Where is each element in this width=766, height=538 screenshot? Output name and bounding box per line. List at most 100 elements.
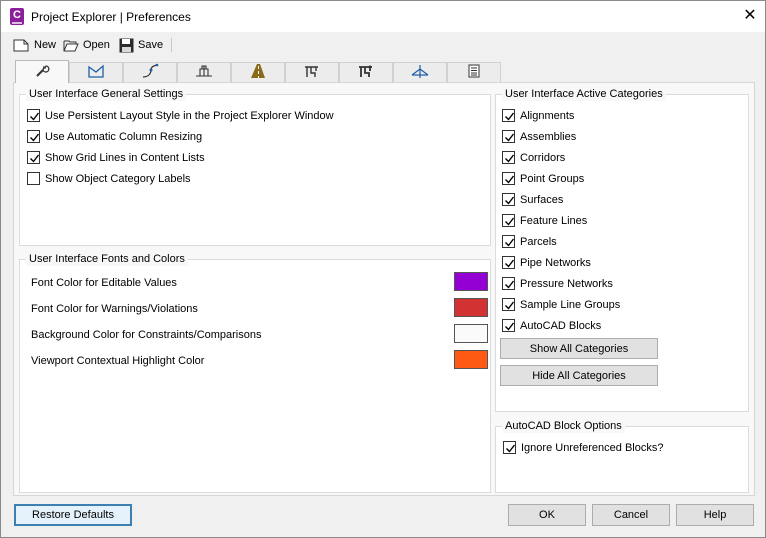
checkbox[interactable] (502, 214, 515, 227)
tab-assemblies[interactable] (177, 62, 231, 82)
checkbox[interactable] (502, 256, 515, 269)
checkbox[interactable] (502, 319, 515, 332)
category-label: Pressure Networks (520, 277, 613, 290)
tab-tables[interactable] (447, 62, 501, 82)
category-surfaces[interactable]: Surfaces (502, 193, 563, 206)
active-categories-title: User Interface Active Categories (502, 88, 666, 101)
restore-defaults-button[interactable]: Restore Defaults (14, 504, 132, 526)
tab-surfaces[interactable] (69, 62, 123, 82)
general-settings-title: User Interface General Settings (26, 88, 187, 101)
toolbar-separator (171, 38, 172, 52)
color-label-warnings: Font Color for Warnings/Violations (31, 303, 198, 315)
category-label: Feature Lines (520, 214, 588, 227)
checkbox[interactable] (27, 109, 40, 122)
title-bar: C Project Explorer | Preferences ✕ (1, 1, 765, 32)
show-all-categories-button[interactable]: Show All Categories (500, 338, 658, 359)
category-sample-line-groups[interactable]: Sample Line Groups (502, 298, 620, 311)
category-label: Alignments (520, 109, 575, 122)
category-assemblies[interactable]: Assemblies (502, 130, 576, 143)
block-options-group: AutoCAD Block Options Ignore Unreference… (495, 420, 749, 493)
save-button[interactable]: Save (119, 36, 163, 54)
cancel-button[interactable]: Cancel (592, 504, 670, 526)
checkbox[interactable] (502, 172, 515, 185)
fonts-colors-title: User Interface Fonts and Colors (26, 253, 188, 266)
pipe-network-icon (303, 63, 321, 82)
checkbox[interactable] (27, 172, 40, 185)
checkbox[interactable] (503, 441, 516, 454)
category-label: Surfaces (520, 193, 564, 206)
ok-button[interactable]: OK (508, 504, 586, 526)
feature-line-icon (411, 63, 429, 82)
checkbox[interactable] (502, 235, 515, 248)
category-pressure-networks[interactable]: Pressure Networks (502, 277, 613, 290)
category-feature-lines[interactable]: Feature Lines (502, 214, 587, 227)
option-auto-column-resize[interactable]: Use Automatic Column Resizing (27, 130, 202, 143)
wrench-icon (34, 63, 50, 82)
category-label: Pipe Networks (520, 256, 591, 269)
option-label: Use Persistent Layout Style in the Proje… (45, 109, 334, 122)
help-button[interactable]: Help (676, 504, 754, 526)
category-corridors[interactable]: Corridors (502, 151, 565, 164)
block-options-title: AutoCAD Block Options (502, 420, 625, 433)
new-file-icon (13, 39, 30, 52)
save-label: Save (138, 39, 164, 51)
tab-alignments[interactable] (123, 62, 177, 82)
option-label: Use Automatic Column Resizing (45, 130, 203, 143)
assembly-icon (195, 63, 213, 82)
color-swatch-editable[interactable] (454, 272, 488, 291)
checkbox[interactable] (502, 130, 515, 143)
option-ignore-unreferenced-blocks[interactable]: Ignore Unreferenced Blocks? (503, 441, 663, 454)
checkbox[interactable] (502, 277, 515, 290)
save-disk-icon (119, 38, 134, 53)
category-parcels[interactable]: Parcels (502, 235, 557, 248)
category-autocad-blocks[interactable]: AutoCAD Blocks (502, 319, 601, 332)
checkbox[interactable] (502, 151, 515, 164)
new-button[interactable]: New (13, 36, 56, 54)
checkbox[interactable] (27, 130, 40, 143)
option-label: Show Object Category Labels (45, 172, 191, 185)
alignment-icon (141, 63, 159, 82)
surface-icon (87, 63, 105, 82)
color-swatch-highlight[interactable] (454, 350, 488, 369)
tab-general[interactable] (15, 60, 69, 83)
category-label: AutoCAD Blocks (520, 319, 602, 332)
checkbox[interactable] (502, 193, 515, 206)
category-label: Assemblies (520, 130, 577, 143)
tab-corridors[interactable] (231, 62, 285, 82)
tab-pressure-networks[interactable] (339, 62, 393, 82)
checkbox[interactable] (502, 109, 515, 122)
preferences-window: C Project Explorer | Preferences ✕ New O… (0, 0, 766, 538)
hide-all-categories-button[interactable]: Hide All Categories (500, 365, 658, 386)
checkbox[interactable] (27, 151, 40, 164)
checkbox[interactable] (502, 298, 515, 311)
category-pipe-networks[interactable]: Pipe Networks (502, 256, 591, 269)
app-icon: C (10, 8, 24, 25)
category-alignments[interactable]: Alignments (502, 109, 574, 122)
open-button[interactable]: Open (63, 36, 110, 54)
window-title: Project Explorer | Preferences (31, 10, 191, 24)
active-categories-group: User Interface Active Categories Alignme… (495, 88, 749, 412)
close-button[interactable]: ✕ (739, 6, 761, 26)
tab-feature-lines[interactable] (393, 62, 447, 82)
color-swatch-constraints[interactable] (454, 324, 488, 343)
category-label: Corridors (520, 151, 566, 164)
new-label: New (34, 39, 57, 51)
color-label-constraints: Background Color for Constraints/Compari… (31, 329, 262, 341)
category-label: Point Groups (520, 172, 585, 185)
option-grid-lines[interactable]: Show Grid Lines in Content Lists (27, 151, 205, 164)
table-icon (467, 64, 481, 81)
corridor-icon (249, 63, 267, 82)
pressure-network-icon (357, 63, 375, 82)
fonts-colors-group: User Interface Fonts and Colors Font Col… (19, 253, 491, 493)
option-persistent-layout[interactable]: Use Persistent Layout Style in the Proje… (27, 109, 334, 122)
color-swatch-warnings[interactable] (454, 298, 488, 317)
color-label-editable: Font Color for Editable Values (31, 277, 177, 289)
open-folder-icon (63, 39, 79, 52)
option-label: Show Grid Lines in Content Lists (45, 151, 205, 164)
tab-pipe-networks[interactable] (285, 62, 339, 82)
category-label: Parcels (520, 235, 557, 248)
category-point-groups[interactable]: Point Groups (502, 172, 584, 185)
category-label: Sample Line Groups (520, 298, 621, 311)
option-category-labels[interactable]: Show Object Category Labels (27, 172, 191, 185)
toolbar: New Open Save (1, 33, 765, 57)
